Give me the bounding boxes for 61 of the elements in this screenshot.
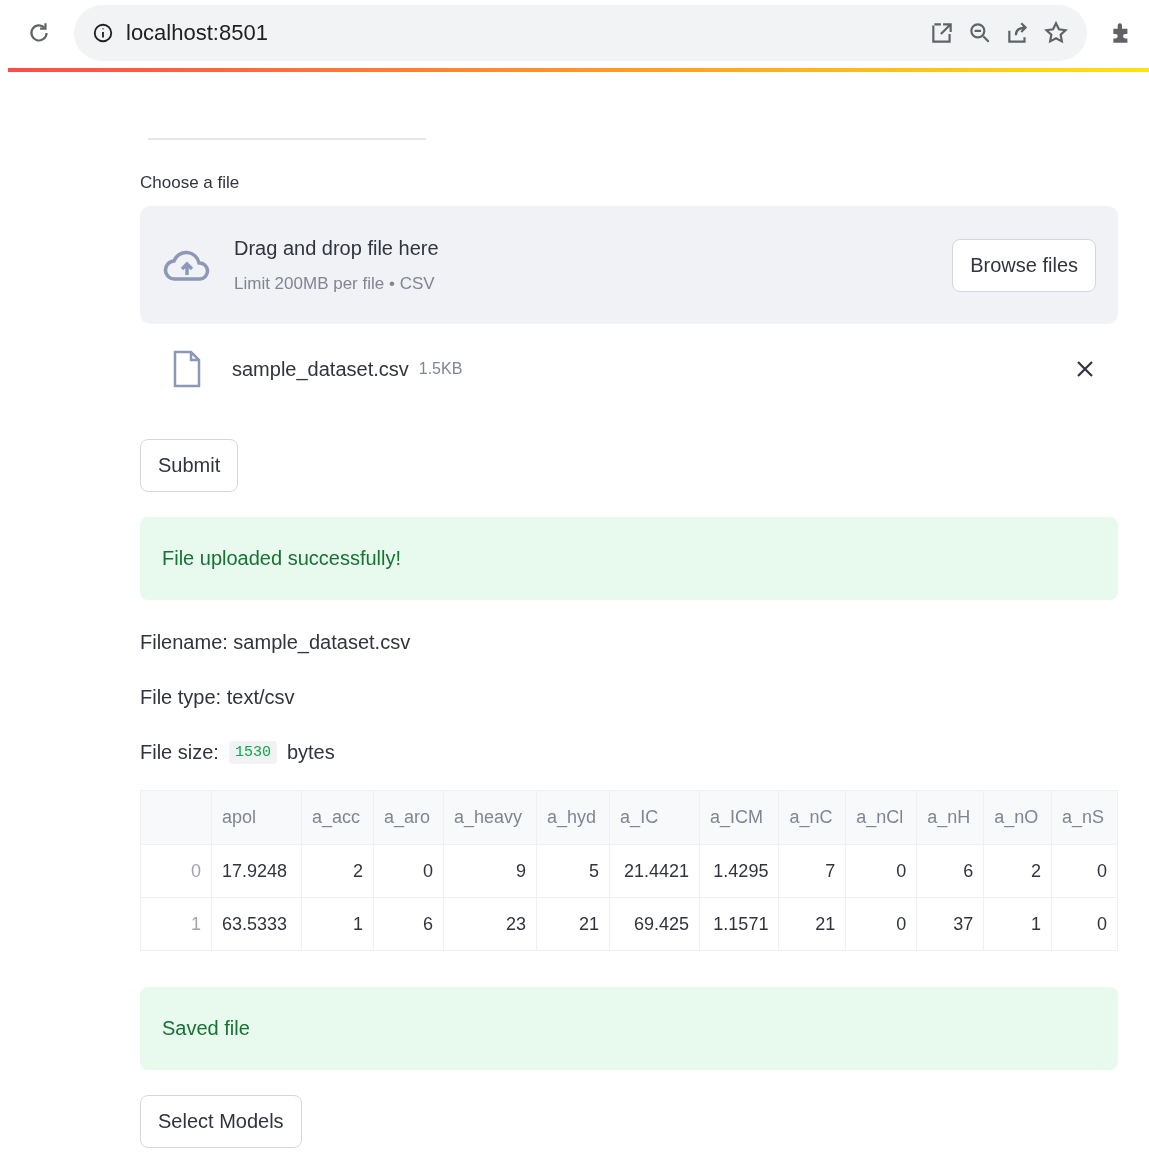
column-header: a_nH xyxy=(916,790,984,845)
star-icon[interactable] xyxy=(1043,20,1069,46)
table-cell: 6 xyxy=(373,897,444,951)
table-cell: 0 xyxy=(1051,897,1118,951)
file-icon xyxy=(172,350,202,388)
table-cell: 1.1571 xyxy=(699,897,779,951)
table-cell: 6 xyxy=(916,844,984,898)
row-index: 1 xyxy=(140,897,212,951)
column-header: a_heavy xyxy=(443,790,537,845)
file-size-value: 1530 xyxy=(228,741,277,764)
table-cell: 69.425 xyxy=(609,897,700,951)
table-cell: 2 xyxy=(983,844,1052,898)
table-cell: 0 xyxy=(845,844,917,898)
column-header: a_nCl xyxy=(845,790,917,845)
column-header: a_acc xyxy=(301,790,374,845)
table-cell: 9 xyxy=(443,844,537,898)
column-header: a_IC xyxy=(609,790,700,845)
select-models-button[interactable]: Select Models xyxy=(140,1095,302,1148)
table-cell: 0 xyxy=(845,897,917,951)
table-cell: 21 xyxy=(536,897,610,951)
file-type-text: File type: text/csv xyxy=(140,686,296,709)
row-index: 0 xyxy=(140,844,212,898)
table-cell: 23 xyxy=(443,897,537,951)
filename-text: Filename: sample_dataset.csv xyxy=(140,631,412,654)
info-icon[interactable] xyxy=(92,22,114,44)
success-alert: File uploaded successfully! xyxy=(140,517,1118,600)
table-cell: 17.9248 xyxy=(211,844,302,898)
file-size: 1.5KB xyxy=(418,360,464,378)
table-cell: 0 xyxy=(1051,844,1118,898)
column-header: a_nO xyxy=(983,790,1052,845)
column-header: a_aro xyxy=(373,790,444,845)
table-cell: 0 xyxy=(373,844,444,898)
table-cell: 5 xyxy=(536,844,610,898)
table-cell: 21.4421 xyxy=(609,844,700,898)
table-cell: 1 xyxy=(983,897,1052,951)
table-cell: 2 xyxy=(301,844,374,898)
table-cell: 37 xyxy=(916,897,984,951)
field-label: Choose a file xyxy=(140,173,241,193)
file-dropzone[interactable]: Drag and drop file here Limit 200MB per file • CSV Browse files xyxy=(140,206,1118,324)
column-header: a_nC xyxy=(778,790,846,845)
close-icon[interactable] xyxy=(1076,360,1094,378)
url-text: localhost:8501 xyxy=(126,20,269,46)
table-cell: 1 xyxy=(301,897,374,951)
table-cell: 7 xyxy=(778,844,846,898)
file-size-label: File size: xyxy=(140,741,219,764)
submit-button[interactable]: Submit xyxy=(140,439,239,492)
table-cell: 21 xyxy=(778,897,846,951)
column-header: a_nS xyxy=(1051,790,1118,845)
table-cell: 63.5333 xyxy=(211,897,302,951)
open-external-icon[interactable] xyxy=(929,20,955,46)
saved-alert: Saved file xyxy=(140,987,1118,1070)
dropzone-hint: Limit 200MB per file • CSV xyxy=(234,273,436,294)
file-name: sample_dataset.csv xyxy=(232,357,409,381)
browse-files-button[interactable]: Browse files xyxy=(952,238,1096,292)
column-header: a_hyd xyxy=(536,790,610,845)
column-header: a_ICM xyxy=(699,790,779,845)
file-size-unit: bytes xyxy=(286,741,335,764)
address-bar[interactable]: localhost:8501 xyxy=(74,5,1087,61)
table-cell: 1.4295 xyxy=(699,844,779,898)
dropzone-title: Drag and drop file here xyxy=(234,236,440,260)
column-header: apol xyxy=(211,790,302,845)
